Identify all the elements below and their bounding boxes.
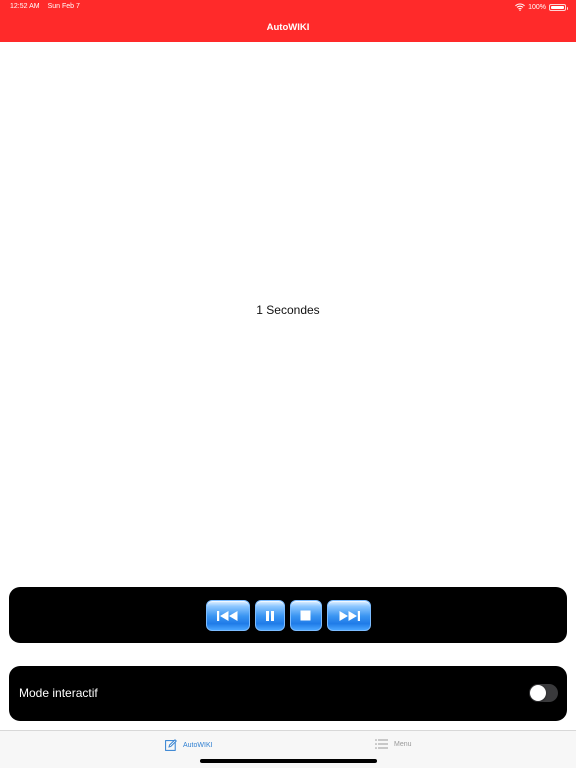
interactive-mode-panel: Mode interactif	[9, 666, 567, 721]
pause-icon	[265, 610, 275, 622]
previous-button[interactable]	[205, 600, 250, 631]
battery-icon	[549, 3, 568, 11]
tab-menu-label: Menu	[394, 740, 412, 748]
tab-menu[interactable]: Menu	[375, 739, 412, 749]
edit-icon	[165, 739, 177, 751]
status-date: Sun Feb 7	[47, 3, 80, 10]
tab-bar: AutoWIKI Menu	[0, 730, 576, 768]
list-icon	[375, 739, 388, 749]
battery-level-fill	[551, 5, 564, 9]
status-bar-left: 12:52 AM Sun Feb 7	[10, 3, 80, 10]
battery-percent: 100%	[528, 3, 546, 11]
player-controls	[9, 600, 567, 631]
page-title: AutoWIKI	[266, 22, 310, 33]
header-bar: 12:52 AM Sun Feb 7 100% AutoWIKI	[0, 0, 576, 42]
skip-back-icon	[216, 610, 240, 622]
skip-forward-icon	[337, 610, 361, 622]
interactive-mode-label: Mode interactif	[19, 686, 98, 700]
tab-autowiki[interactable]: AutoWIKI	[165, 739, 213, 751]
status-time: 12:52 AM	[10, 3, 40, 10]
wifi-icon	[515, 3, 525, 11]
interactive-mode-switch[interactable]	[529, 684, 558, 702]
stop-icon	[300, 610, 311, 621]
stop-button[interactable]	[289, 600, 322, 631]
switch-knob	[530, 685, 546, 701]
next-button[interactable]	[326, 600, 371, 631]
timer-text: 1 Secondes	[256, 303, 320, 317]
player-controls-panel	[9, 587, 567, 643]
home-indicator	[200, 759, 377, 763]
status-bar-right: 100%	[515, 2, 568, 12]
tab-autowiki-label: AutoWIKI	[183, 741, 213, 749]
pause-button[interactable]	[254, 600, 285, 631]
